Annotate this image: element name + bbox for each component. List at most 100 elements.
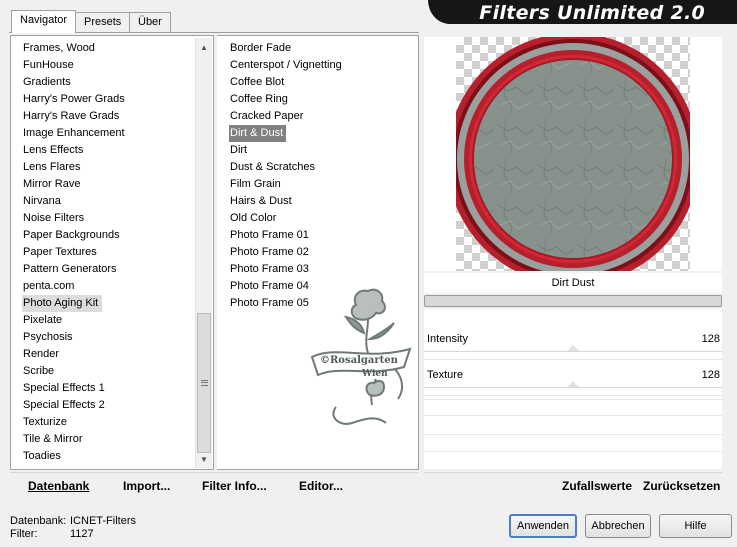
category-item[interactable]: Lens Flares — [22, 159, 84, 176]
param-empty-slot — [424, 434, 722, 435]
filter-item[interactable]: Photo Frame 04 — [229, 278, 312, 295]
import-button[interactable]: Import... — [123, 479, 170, 493]
filter-item[interactable]: Photo Frame 01 — [229, 227, 312, 244]
preview-area[interactable] — [424, 37, 722, 271]
category-item[interactable]: Harry's Rave Grads — [22, 108, 123, 125]
category-item[interactable]: Pattern Generators — [22, 261, 121, 278]
category-item[interactable]: Pixelate — [22, 312, 66, 329]
category-item[interactable]: Psychosis — [22, 329, 77, 346]
filter-info-button[interactable]: Filter Info... — [202, 479, 267, 493]
category-scrollbar[interactable]: ▲ ▼ — [195, 38, 212, 468]
filter-item[interactable]: Dirt & Dust — [229, 125, 287, 142]
preview-filter-name: Dirt Dust — [424, 273, 722, 293]
filter-item[interactable]: Photo Frame 05 — [229, 295, 312, 312]
filter-item[interactable]: Dust & Scratches — [229, 159, 318, 176]
filter-count-label: Filter: — [10, 528, 38, 540]
param-row-intensity[interactable]: Intensity 128 — [424, 325, 722, 360]
param-value: 128 — [701, 369, 720, 381]
param-slider-track[interactable] — [424, 387, 722, 388]
random-label: Zufallswerte — [562, 479, 633, 493]
tab-ueber-label: Über — [138, 16, 162, 28]
tab-ueber[interactable]: Über — [129, 12, 171, 32]
category-item[interactable]: FunHouse — [22, 57, 78, 74]
grip-icon — [201, 380, 208, 386]
category-item[interactable]: Special Effects 2 — [22, 397, 109, 414]
category-item[interactable]: Frames, Wood — [22, 40, 99, 57]
scroll-down-icon[interactable]: ▼ — [196, 452, 212, 468]
watermark-line1: ©Rosalgarten — [320, 355, 399, 366]
param-empty-slot — [424, 451, 722, 452]
param-label: Intensity — [427, 333, 468, 345]
reset-button[interactable]: Zurücksetzen — [643, 479, 720, 493]
editor-button[interactable]: Editor... — [299, 479, 343, 493]
category-item[interactable]: penta.com — [22, 278, 78, 295]
filter-item[interactable]: Photo Frame 02 — [229, 244, 312, 261]
category-item[interactable]: Scribe — [22, 363, 58, 380]
category-item[interactable]: Gradients — [22, 74, 75, 91]
database-label: Datenbank — [28, 479, 90, 493]
param-empty-slot — [424, 415, 722, 416]
editor-label: Editor... — [299, 479, 344, 493]
category-item[interactable]: Lens Effects — [22, 142, 87, 159]
cancel-button[interactable]: Abbrechen — [585, 514, 651, 538]
filter-count-value: 1127 — [70, 528, 94, 540]
category-list[interactable]: Frames, Wood FunHouse Gradients Harry's Pow… — [10, 35, 214, 470]
filter-item[interactable]: Coffee Blot — [229, 74, 287, 91]
category-item[interactable]: Toadies — [22, 448, 65, 465]
app-title: Filters Unlimited 2.0 — [479, 2, 705, 24]
filter-item[interactable]: Coffee Ring — [229, 91, 291, 108]
category-item[interactable]: Texturize — [22, 414, 71, 431]
help-button[interactable]: Hilfe — [659, 514, 732, 538]
title-banner: Filters Unlimited 2.0 — [428, 0, 737, 24]
database-info-label: Datenbank: — [10, 515, 67, 527]
category-item[interactable]: Tile & Mirror — [22, 431, 86, 448]
category-item[interactable]: Paper Textures — [22, 244, 101, 261]
filter-item[interactable]: Cracked Paper — [229, 108, 306, 125]
preview-scroll-bar[interactable] — [424, 295, 722, 307]
param-label: Texture — [427, 369, 464, 381]
param-value: 128 — [701, 333, 720, 345]
import-label: Import... — [123, 479, 171, 493]
category-item[interactable]: Render — [22, 346, 63, 363]
category-item[interactable]: Harry's Power Grads — [22, 91, 129, 108]
filter-item[interactable]: Centerspot / Vignetting — [229, 57, 345, 74]
database-button[interactable]: Datenbank — [28, 479, 89, 493]
database-info-value: ICNET-Filters — [70, 515, 136, 527]
filter-item[interactable]: Old Color — [229, 210, 279, 227]
filter-info-label: Filter Info... — [202, 479, 267, 493]
parameter-panel: Intensity 128 Texture 128 — [424, 309, 722, 469]
category-item[interactable]: Image Enhancement — [22, 125, 129, 142]
apply-label: Anwenden — [517, 520, 569, 532]
category-item[interactable]: Mirror Rave — [22, 176, 84, 193]
param-empty-slot — [424, 399, 722, 400]
preset-toolbar: Zufallswerte Zurücksetzen — [424, 472, 722, 498]
filter-item[interactable]: Hairs & Dust — [229, 193, 295, 210]
cancel-label: Abbrechen — [591, 520, 645, 532]
tab-navigator[interactable]: Navigator — [11, 10, 77, 33]
slider-handle-icon[interactable] — [567, 381, 579, 387]
preview-image — [456, 37, 690, 271]
filter-item[interactable]: Photo Frame 03 — [229, 261, 312, 278]
apply-button[interactable]: Anwenden — [509, 514, 577, 538]
random-values-button[interactable]: Zufallswerte — [562, 479, 632, 493]
tab-presets-label: Presets — [84, 16, 122, 28]
category-item[interactable]: Paper Backgrounds — [22, 227, 124, 244]
slider-handle-icon[interactable] — [567, 345, 579, 351]
tab-navigator-label: Navigator — [20, 14, 68, 26]
reset-label: Zurücksetzen — [643, 479, 721, 493]
tab-presets[interactable]: Presets — [75, 12, 131, 32]
category-item[interactable]: Nirvana — [22, 193, 65, 210]
list-toolbar: Datenbank Import... Filter Info... Edito… — [10, 472, 418, 498]
watermark-line2: Wien — [361, 369, 388, 379]
filter-item[interactable]: Film Grain — [229, 176, 284, 193]
param-row-texture[interactable]: Texture 128 — [424, 361, 722, 396]
category-item[interactable]: Special Effects 1 — [22, 380, 109, 397]
filter-item[interactable]: Dirt — [229, 142, 250, 159]
scroll-thumb[interactable] — [197, 313, 211, 453]
param-slider-track[interactable] — [424, 351, 722, 352]
help-label: Hilfe — [684, 520, 707, 532]
filter-item[interactable]: Border Fade — [229, 40, 294, 57]
category-item[interactable]: Noise Filters — [22, 210, 88, 227]
category-item[interactable]: Photo Aging Kit — [22, 295, 103, 312]
scroll-up-icon[interactable]: ▲ — [196, 40, 212, 56]
